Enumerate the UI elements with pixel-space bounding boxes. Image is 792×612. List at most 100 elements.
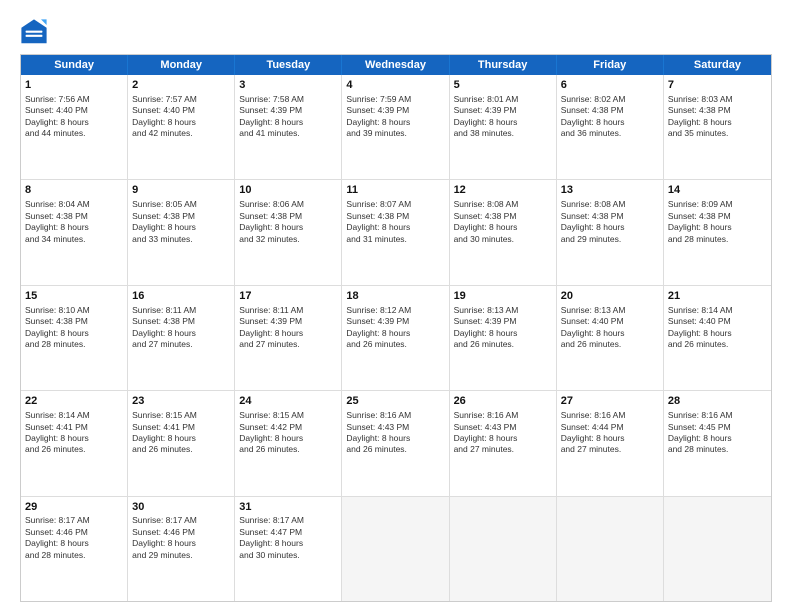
day-cell-30: 30Sunrise: 8:17 AMSunset: 4:46 PMDayligh… [128, 497, 235, 601]
day-info-line: Daylight: 8 hours [454, 117, 552, 128]
day-info-line: Daylight: 8 hours [132, 222, 230, 233]
day-number: 21 [668, 289, 767, 304]
day-info-line: and 26 minutes. [454, 339, 552, 350]
day-number: 1 [25, 78, 123, 93]
day-cell-28: 28Sunrise: 8:16 AMSunset: 4:45 PMDayligh… [664, 391, 771, 495]
day-info-line: Sunrise: 8:15 AM [132, 410, 230, 421]
weekday-header-tuesday: Tuesday [235, 55, 342, 75]
day-info-line: Daylight: 8 hours [346, 328, 444, 339]
day-number: 14 [668, 183, 767, 198]
day-info-line: Daylight: 8 hours [346, 433, 444, 444]
header [20, 18, 772, 46]
day-number: 25 [346, 394, 444, 409]
day-info-line: Sunset: 4:38 PM [346, 211, 444, 222]
day-info-line: Daylight: 8 hours [346, 117, 444, 128]
day-number: 29 [25, 500, 123, 515]
day-info-line: Sunrise: 8:15 AM [239, 410, 337, 421]
day-info-line: and 26 minutes. [25, 444, 123, 455]
day-cell-7: 7Sunrise: 8:03 AMSunset: 4:38 PMDaylight… [664, 75, 771, 179]
day-info-line: and 42 minutes. [132, 128, 230, 139]
day-info-line: Sunset: 4:38 PM [668, 211, 767, 222]
day-number: 31 [239, 500, 337, 515]
day-number: 9 [132, 183, 230, 198]
day-info-line: Sunrise: 7:59 AM [346, 94, 444, 105]
day-info-line: and 41 minutes. [239, 128, 337, 139]
day-info-line: Sunset: 4:40 PM [25, 105, 123, 116]
day-info-line: Sunset: 4:46 PM [25, 527, 123, 538]
calendar-row-1: 8Sunrise: 8:04 AMSunset: 4:38 PMDaylight… [21, 179, 771, 284]
day-number: 24 [239, 394, 337, 409]
day-info-line: Sunrise: 8:12 AM [346, 305, 444, 316]
day-number: 16 [132, 289, 230, 304]
day-cell-15: 15Sunrise: 8:10 AMSunset: 4:38 PMDayligh… [21, 286, 128, 390]
weekday-header-wednesday: Wednesday [342, 55, 449, 75]
day-cell-1: 1Sunrise: 7:56 AMSunset: 4:40 PMDaylight… [21, 75, 128, 179]
day-info-line: Sunset: 4:41 PM [132, 422, 230, 433]
weekday-header-thursday: Thursday [450, 55, 557, 75]
day-info-line: Sunset: 4:38 PM [132, 211, 230, 222]
day-info-line: Sunrise: 8:11 AM [239, 305, 337, 316]
day-info-line: and 26 minutes. [239, 444, 337, 455]
calendar-body: 1Sunrise: 7:56 AMSunset: 4:40 PMDaylight… [21, 75, 771, 601]
day-number: 28 [668, 394, 767, 409]
day-info-line: Sunset: 4:43 PM [346, 422, 444, 433]
day-cell-17: 17Sunrise: 8:11 AMSunset: 4:39 PMDayligh… [235, 286, 342, 390]
day-info-line: Daylight: 8 hours [561, 433, 659, 444]
day-number: 13 [561, 183, 659, 198]
weekday-header-friday: Friday [557, 55, 664, 75]
day-number: 20 [561, 289, 659, 304]
day-number: 4 [346, 78, 444, 93]
day-cell-4: 4Sunrise: 7:59 AMSunset: 4:39 PMDaylight… [342, 75, 449, 179]
day-number: 19 [454, 289, 552, 304]
day-info-line: Sunset: 4:46 PM [132, 527, 230, 538]
day-info-line: Daylight: 8 hours [239, 433, 337, 444]
day-number: 11 [346, 183, 444, 198]
day-info-line: Daylight: 8 hours [239, 222, 337, 233]
day-cell-14: 14Sunrise: 8:09 AMSunset: 4:38 PMDayligh… [664, 180, 771, 284]
day-info-line: Sunset: 4:38 PM [561, 211, 659, 222]
day-cell-3: 3Sunrise: 7:58 AMSunset: 4:39 PMDaylight… [235, 75, 342, 179]
day-info-line: Sunrise: 8:16 AM [668, 410, 767, 421]
day-info-line: and 29 minutes. [132, 550, 230, 561]
day-info-line: Sunset: 4:42 PM [239, 422, 337, 433]
day-info-line: Sunrise: 8:09 AM [668, 199, 767, 210]
day-number: 6 [561, 78, 659, 93]
day-info-line: Sunset: 4:38 PM [25, 316, 123, 327]
day-number: 2 [132, 78, 230, 93]
day-cell-empty-4-5 [557, 497, 664, 601]
day-info-line: Sunrise: 8:08 AM [454, 199, 552, 210]
day-info-line: and 28 minutes. [25, 339, 123, 350]
day-cell-19: 19Sunrise: 8:13 AMSunset: 4:39 PMDayligh… [450, 286, 557, 390]
day-info-line: and 33 minutes. [132, 234, 230, 245]
day-number: 23 [132, 394, 230, 409]
day-info-line: Sunset: 4:39 PM [346, 105, 444, 116]
day-info-line: and 39 minutes. [346, 128, 444, 139]
day-info-line: Daylight: 8 hours [132, 117, 230, 128]
day-info-line: Sunset: 4:39 PM [454, 105, 552, 116]
day-number: 12 [454, 183, 552, 198]
day-info-line: Sunrise: 8:02 AM [561, 94, 659, 105]
day-info-line: Sunset: 4:38 PM [668, 105, 767, 116]
day-info-line: and 26 minutes. [561, 339, 659, 350]
day-info-line: Sunrise: 8:16 AM [561, 410, 659, 421]
day-cell-26: 26Sunrise: 8:16 AMSunset: 4:43 PMDayligh… [450, 391, 557, 495]
day-info-line: Sunrise: 8:11 AM [132, 305, 230, 316]
weekday-header-sunday: Sunday [21, 55, 128, 75]
day-info-line: Sunset: 4:40 PM [561, 316, 659, 327]
day-number: 3 [239, 78, 337, 93]
day-info-line: and 26 minutes. [132, 444, 230, 455]
day-info-line: and 44 minutes. [25, 128, 123, 139]
day-cell-24: 24Sunrise: 8:15 AMSunset: 4:42 PMDayligh… [235, 391, 342, 495]
day-cell-29: 29Sunrise: 8:17 AMSunset: 4:46 PMDayligh… [21, 497, 128, 601]
day-number: 30 [132, 500, 230, 515]
day-cell-10: 10Sunrise: 8:06 AMSunset: 4:38 PMDayligh… [235, 180, 342, 284]
day-info-line: and 27 minutes. [239, 339, 337, 350]
day-info-line: and 26 minutes. [346, 339, 444, 350]
day-info-line: and 28 minutes. [668, 234, 767, 245]
day-info-line: Daylight: 8 hours [25, 433, 123, 444]
day-info-line: Daylight: 8 hours [132, 328, 230, 339]
day-cell-27: 27Sunrise: 8:16 AMSunset: 4:44 PMDayligh… [557, 391, 664, 495]
day-info-line: Sunrise: 8:17 AM [132, 515, 230, 526]
day-info-line: Daylight: 8 hours [668, 117, 767, 128]
day-info-line: Sunrise: 7:57 AM [132, 94, 230, 105]
